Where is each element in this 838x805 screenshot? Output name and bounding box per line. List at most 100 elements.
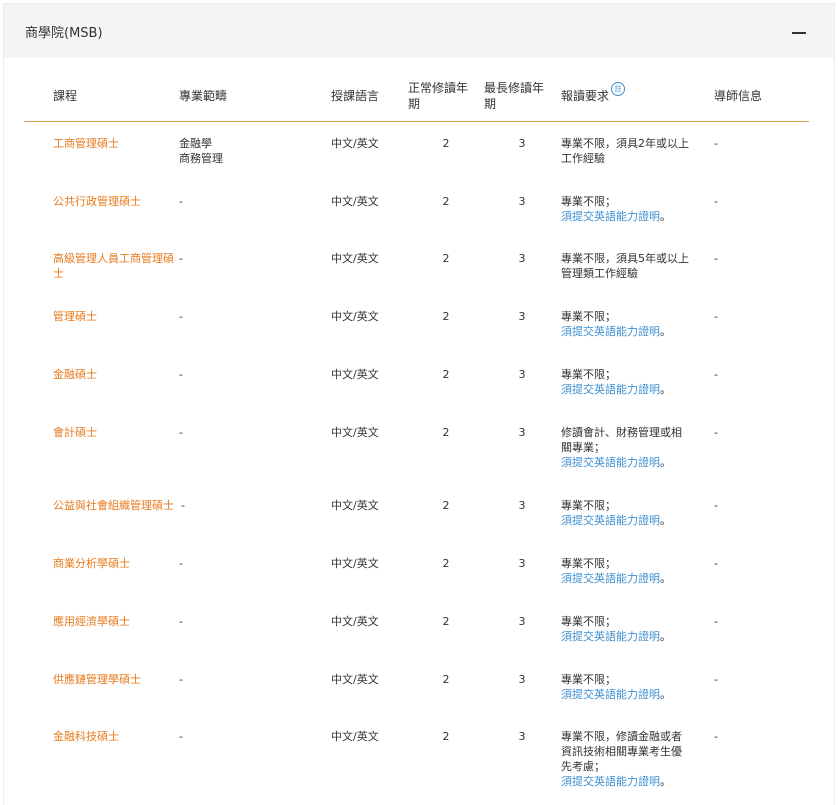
field-cell: - <box>179 252 183 265</box>
language-cell: 中文/英文 <box>331 730 379 743</box>
requirement-cell: 專業不限，須具2年或以上 工作經驗 <box>561 136 696 166</box>
normal-years-cell: 2 <box>442 499 450 512</box>
requirement-cell: 專業不限； 須提交英語能力證明。 <box>561 309 696 339</box>
language-cell: 中文/英文 <box>331 252 379 265</box>
program-link[interactable]: 供應鏈管理學碩士 <box>53 672 175 687</box>
program-link[interactable]: 金融碩士 <box>53 367 175 382</box>
period: 。 <box>660 210 671 223</box>
field-cell: - <box>179 195 183 208</box>
header-normal-years-line2: 期 <box>408 97 421 111</box>
requirement-line: 修讀會計、財務管理或相 <box>561 426 682 439</box>
collapse-button[interactable] <box>784 20 814 44</box>
period: 。 <box>660 456 671 469</box>
max-years-cell: 3 <box>518 368 526 381</box>
english-proof-link[interactable]: 須提交英語能力證明 <box>561 383 660 396</box>
field-cell: - <box>179 426 183 439</box>
max-years-cell: 3 <box>518 730 526 743</box>
program-link[interactable]: 金融科技碩士 <box>53 729 175 744</box>
english-proof-link[interactable]: 須提交英語能力證明 <box>561 514 660 527</box>
tutor-cell: - <box>714 426 718 439</box>
language-cell: 中文/英文 <box>331 557 379 570</box>
header-program: 課程 <box>53 89 78 103</box>
tutor-cell: - <box>714 368 718 381</box>
note-icon[interactable]: 註 <box>611 82 626 96</box>
period: 。 <box>660 325 671 338</box>
max-years-cell: 3 <box>518 615 526 628</box>
program-link[interactable]: 會計碩士 <box>53 425 175 440</box>
minus-icon <box>792 32 806 34</box>
max-years-cell: 3 <box>518 252 526 265</box>
language-cell: 中文/英文 <box>331 615 379 628</box>
requirement-line: 資訊技術相關專業考生優 <box>561 745 682 758</box>
requirement-line: 專業不限，須具2年或以上 <box>561 137 689 150</box>
period: 。 <box>660 630 671 643</box>
language-cell: 中文/英文 <box>331 673 379 686</box>
program-link[interactable]: 管理碩士 <box>53 309 175 324</box>
tutor-cell: - <box>714 557 718 570</box>
requirement-line: 專業不限； <box>561 195 616 208</box>
language-cell: 中文/英文 <box>331 426 379 439</box>
requirement-line: 關專業； <box>561 441 605 454</box>
english-proof-link[interactable]: 須提交英語能力證明 <box>561 325 660 338</box>
normal-years-cell: 2 <box>442 615 450 628</box>
tutor-cell: - <box>714 730 718 743</box>
requirement-line: 先考慮； <box>561 760 605 773</box>
language-cell: 中文/英文 <box>331 499 379 512</box>
max-years-cell: 3 <box>518 499 526 512</box>
period: 。 <box>660 572 671 585</box>
requirement-line: 專業不限； <box>561 557 616 570</box>
requirement-line: 管理類工作經驗 <box>561 267 638 280</box>
field-line: 商務管理 <box>179 152 223 165</box>
english-proof-link[interactable]: 須提交英語能力證明 <box>561 775 660 788</box>
max-years-cell: 3 <box>518 673 526 686</box>
normal-years-cell: 2 <box>442 730 450 743</box>
program-link[interactable]: 工商管理碩士 <box>53 136 175 151</box>
period: 。 <box>660 688 671 701</box>
program-link[interactable]: 公共行政管理碩士 <box>53 194 175 209</box>
requirement-cell: 專業不限； 須提交英語能力證明。 <box>561 614 696 644</box>
requirement-line: 專業不限，修讀金融或者 <box>561 730 682 743</box>
language-cell: 中文/英文 <box>331 137 379 150</box>
period: 。 <box>660 775 671 788</box>
normal-years-cell: 2 <box>442 368 450 381</box>
language-cell: 中文/英文 <box>331 310 379 323</box>
language-cell: 中文/英文 <box>331 368 379 381</box>
english-proof-link[interactable]: 須提交英語能力證明 <box>561 572 660 585</box>
header-normal-years-line1: 正常修讀年 <box>408 81 469 95</box>
table-header: 課程 專業範疇 授課語言 正常修讀年 期 最長修讀年 期 報讀要求註 導師信息 <box>24 68 809 122</box>
requirement-line: 專業不限； <box>561 673 616 686</box>
max-years-cell: 3 <box>518 137 526 150</box>
requirement-line: 專業不限； <box>561 368 616 381</box>
field-cell: - <box>181 499 185 512</box>
max-years-cell: 3 <box>518 426 526 439</box>
program-link[interactable]: 應用經濟學碩士 <box>53 614 175 629</box>
program-link[interactable]: 商業分析學碩士 <box>53 556 175 571</box>
header-max-years-line2: 期 <box>484 97 497 111</box>
normal-years-cell: 2 <box>442 557 450 570</box>
field-cell: 金融學 商務管理 <box>179 136 319 166</box>
program-link[interactable]: 高級管理人員工商管理碩士 <box>53 251 175 281</box>
field-cell: - <box>179 730 183 743</box>
period: 。 <box>660 514 671 527</box>
requirement-cell: 專業不限，須具5年或以上 管理類工作經驗 <box>561 251 696 281</box>
panel-title: 商學院(MSB) <box>25 26 103 41</box>
field-cell: - <box>179 310 183 323</box>
panel-header[interactable]: 商學院(MSB) <box>4 4 834 58</box>
english-proof-link[interactable]: 須提交英語能力證明 <box>561 630 660 643</box>
english-proof-link[interactable]: 須提交英語能力證明 <box>561 456 660 469</box>
english-proof-link[interactable]: 須提交英語能力證明 <box>561 210 660 223</box>
max-years-cell: 3 <box>518 310 526 323</box>
field-cell: - <box>179 557 183 570</box>
requirement-line: 專業不限，須具5年或以上 <box>561 252 689 265</box>
requirement-cell: 專業不限，修讀金融或者 資訊技術相關專業考生優 先考慮； 須提交英語能力證明。 <box>561 729 696 789</box>
max-years-cell: 3 <box>518 557 526 570</box>
program-link[interactable]: 公益與社會組織管理碩士 <box>53 498 178 513</box>
tutor-cell: - <box>714 252 718 265</box>
program-name-line: 士 <box>53 267 64 280</box>
header-requirement: 報讀要求註 <box>561 82 626 104</box>
english-proof-link[interactable]: 須提交英語能力證明 <box>561 688 660 701</box>
normal-years-cell: 2 <box>442 673 450 686</box>
field-cell: - <box>179 673 183 686</box>
language-cell: 中文/英文 <box>331 195 379 208</box>
field-line: 金融學 <box>179 137 212 150</box>
